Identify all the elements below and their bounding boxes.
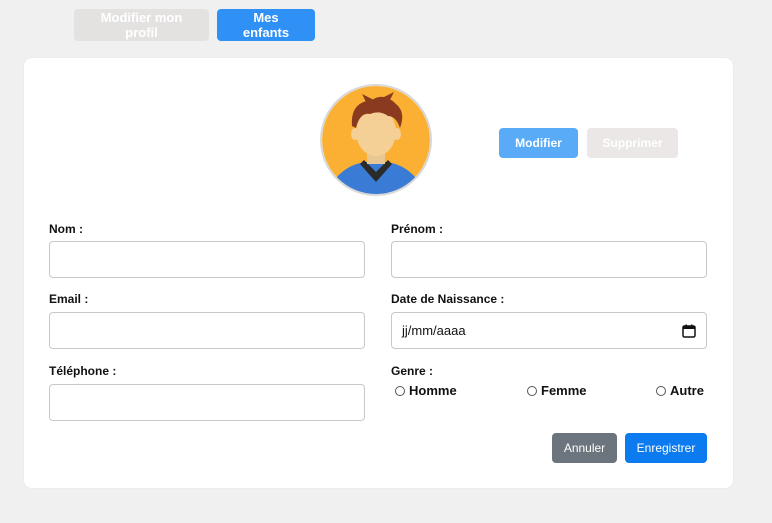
save-button[interactable]: Enregistrer <box>625 433 707 463</box>
radio-button[interactable] <box>527 385 537 396</box>
nom-label: Nom : <box>49 222 83 236</box>
nom-input[interactable] <box>49 241 365 278</box>
phone-input[interactable] <box>49 384 365 421</box>
gender-option-autre[interactable]: Autre <box>656 383 704 398</box>
birthdate-placeholder: jj/mm/aaaa <box>402 323 466 338</box>
profile-card: Modifier Supprimer Nom : Prénom : Email … <box>24 58 733 488</box>
gender-option-homme[interactable]: Homme <box>395 383 457 398</box>
cancel-button[interactable]: Annuler <box>552 433 617 463</box>
top-tabs: Modifier mon profil Mes enfants <box>74 9 315 41</box>
radio-label: Femme <box>541 383 587 398</box>
avatar <box>320 84 432 196</box>
prenom-input[interactable] <box>391 241 707 278</box>
phone-label: Téléphone : <box>49 364 117 378</box>
birthdate-label: Date de Naissance : <box>391 292 505 306</box>
tab-my-children[interactable]: Mes enfants <box>217 9 315 41</box>
radio-button[interactable] <box>395 385 405 396</box>
radio-label: Autre <box>670 383 704 398</box>
email-input[interactable] <box>49 312 365 349</box>
gender-option-femme[interactable]: Femme <box>527 383 587 398</box>
modify-photo-button[interactable]: Modifier <box>499 128 578 158</box>
birthdate-input[interactable]: jj/mm/aaaa <box>391 312 707 349</box>
tab-modify-profile[interactable]: Modifier mon profil <box>74 9 209 41</box>
calendar-icon[interactable] <box>682 324 696 338</box>
gender-label: Genre : <box>391 364 434 378</box>
user-avatar-icon <box>322 86 430 194</box>
email-label: Email : <box>49 292 89 306</box>
radio-label: Homme <box>409 383 457 398</box>
gender-radio-group: Homme Femme Autre <box>395 383 710 401</box>
delete-photo-button[interactable]: Supprimer <box>587 128 678 158</box>
prenom-label: Prénom : <box>391 222 444 236</box>
radio-button[interactable] <box>656 385 666 396</box>
